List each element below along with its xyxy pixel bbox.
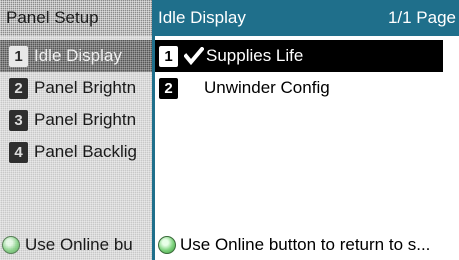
idle-display-menu: Idle Display 1/1 Page 1 Supplies Life 2 …	[155, 0, 459, 260]
panel-setup-menu: Panel Setup 1 Idle Display 2 Panel Brigh…	[0, 0, 152, 260]
menu-item-label: Panel Brightn	[34, 110, 137, 129]
menu-item-label: Idle Display	[34, 46, 122, 65]
left-footer-hint: Use Online bu	[0, 232, 152, 258]
online-button-icon	[2, 236, 20, 254]
menu-item-panel-brightness-1[interactable]: 2 Panel Brightn	[0, 72, 152, 104]
option-label: Supplies Life	[206, 46, 304, 65]
option-number: 2	[159, 77, 178, 99]
menu-item-number: 1	[9, 45, 28, 67]
idle-display-header: Idle Display 1/1 Page	[155, 0, 459, 36]
menu-item-number: 3	[9, 109, 28, 131]
option-supplies-life[interactable]: 1 Supplies Life	[155, 40, 443, 72]
menu-item-label: Panel Backlig	[34, 142, 138, 161]
right-footer-text: Use Online button to return to s...	[180, 235, 431, 254]
menu-item-number: 4	[9, 141, 28, 163]
right-footer-hint: Use Online button to return to s...	[155, 232, 459, 258]
page-indicator: 1/1 Page	[387, 8, 456, 27]
checkmark-icon	[184, 47, 204, 65]
menu-item-panel-backlight[interactable]: 4 Panel Backlig	[0, 136, 152, 168]
panel-setup-title: Panel Setup	[6, 8, 99, 27]
panel-setup-header: Panel Setup	[0, 0, 152, 36]
menu-item-idle-display[interactable]: 1 Idle Display	[0, 40, 152, 72]
option-number: 1	[159, 45, 178, 67]
left-footer-text: Use Online bu	[25, 235, 133, 254]
menu-item-panel-brightness-2[interactable]: 3 Panel Brightn	[0, 104, 152, 136]
option-unwinder-config[interactable]: 2 Unwinder Config	[155, 72, 443, 104]
menu-item-number: 2	[9, 77, 28, 99]
idle-display-title: Idle Display	[158, 8, 246, 27]
printer-panel-screen: Panel Setup 1 Idle Display 2 Panel Brigh…	[0, 0, 459, 260]
option-label: Unwinder Config	[204, 78, 330, 97]
menu-item-label: Panel Brightn	[34, 78, 137, 97]
online-button-icon	[158, 236, 176, 254]
